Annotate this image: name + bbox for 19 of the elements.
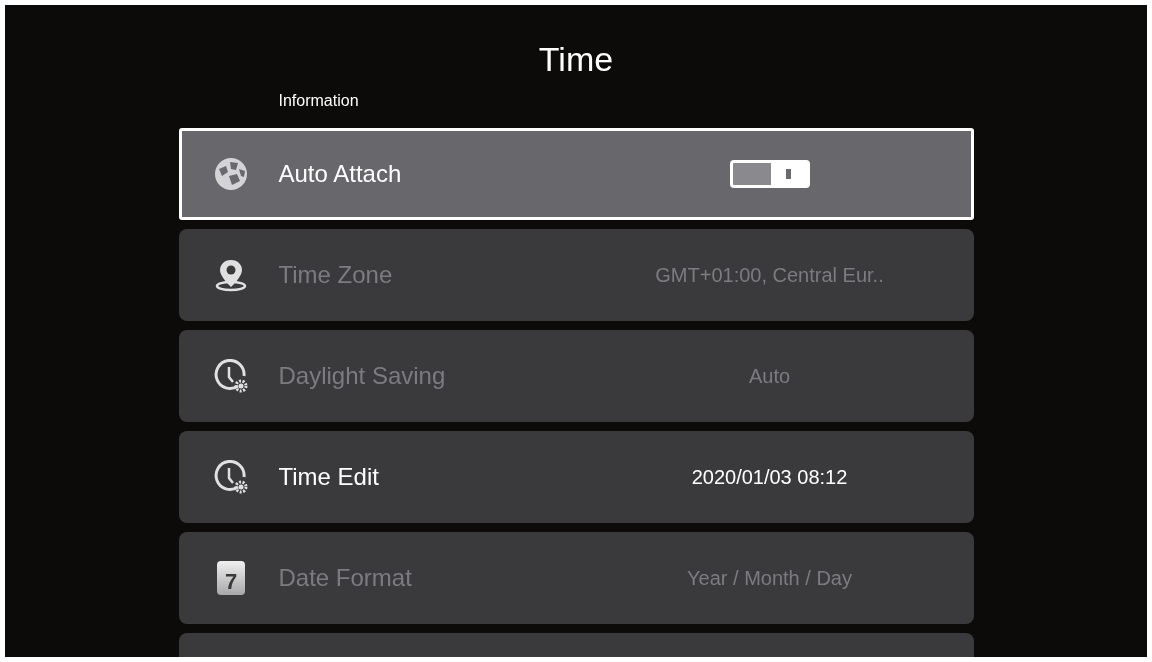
- location-pin-icon: [214, 258, 248, 292]
- globe-icon: [214, 157, 248, 191]
- clock-gear-icon: [214, 359, 248, 393]
- clock-gear-icon: [214, 460, 248, 494]
- section-heading: Information: [278, 91, 360, 111]
- setting-value: GMT+01:00, Central Eur..: [655, 263, 884, 288]
- setting-label: Daylight Saving: [278, 361, 447, 391]
- calendar-day-number: 7: [224, 570, 238, 594]
- setting-label: Auto Attach: [278, 159, 403, 189]
- toggle-switch[interactable]: [729, 160, 810, 188]
- setting-value: 2020/01/03 08:12: [691, 465, 848, 490]
- setting-label: Time Edit: [278, 462, 380, 492]
- menu-row[interactable]: Time Edit 2020/01/03 08:12: [178, 431, 974, 523]
- setting-value: Year / Month / Day: [687, 566, 852, 591]
- setting-label: Date Format: [278, 563, 413, 593]
- setting-label: Time Zone: [278, 260, 394, 290]
- page-title: Time: [538, 39, 614, 79]
- setting-value: Auto: [748, 364, 791, 389]
- menu-row[interactable]: Auto Attach: [178, 128, 974, 220]
